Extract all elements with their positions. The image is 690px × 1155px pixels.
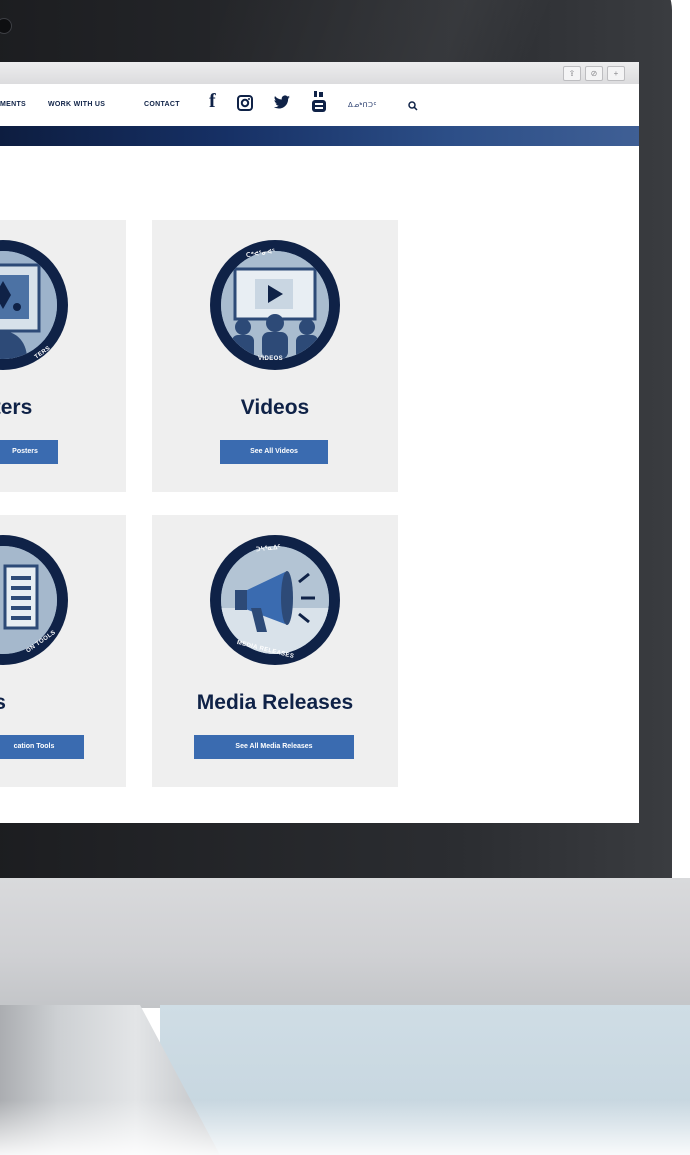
nav-item-documents[interactable]: MENTS (0, 101, 26, 108)
site-navigation: MENTS WORK WITH US CONTACT f ᐃᓄᒃᑎᑐᑦ (0, 84, 639, 126)
videos-badge: ᑕᕝᕙᕐᓂᐊᕐ VIDEOS (210, 240, 340, 370)
videos-badge-label: VIDEOS (258, 356, 284, 362)
twitter-icon[interactable] (273, 95, 291, 115)
search-icon[interactable] (408, 98, 418, 116)
videos-card: ᑕᕝᕙᕐᓂᐊᕐ VIDEOS Videos See All Videos (152, 220, 398, 492)
browser-screen: ⇪ ⊘ + MENTS WORK WITH US CONTACT f ᐃᓄᒃᑎᑐ… (0, 62, 639, 823)
posters-badge: TERS (0, 240, 68, 370)
new-tab-button[interactable]: + (607, 66, 625, 81)
videos-title: Videos (240, 396, 310, 419)
instagram-icon[interactable] (237, 95, 253, 116)
browser-toolbar: ⇪ ⊘ + (0, 62, 639, 85)
video-play-icon (221, 251, 329, 359)
monitor-chin (0, 878, 690, 1008)
see-all-videos-button[interactable]: See All Videos (220, 440, 328, 464)
posters-badge-label: TERS (33, 345, 52, 361)
nav-item-contact[interactable]: CONTACT (144, 101, 180, 108)
share-button[interactable]: ⇪ (563, 66, 581, 81)
facebook-icon[interactable]: f (209, 90, 216, 113)
monitor-scene: ⇪ ⊘ + MENTS WORK WITH US CONTACT f ᐃᓄᒃᑎᑐ… (0, 0, 690, 1155)
see-all-media-releases-button[interactable]: See All Media Releases (194, 735, 354, 759)
media-releases-card: ᑐᓴᕐᓇᐃᑦ MEDIA RELEASES Media Releases See… (152, 515, 398, 787)
language-toggle[interactable]: ᐃᓄᒃᑎᑐᑦ (348, 101, 377, 109)
reader-button[interactable]: ⊘ (585, 66, 603, 81)
see-all-communication-tools-button[interactable]: cation Tools (0, 735, 84, 759)
communication-tools-badge: ON TOOLS (0, 535, 68, 665)
media-releases-title: Media Releases (196, 691, 354, 714)
header-banner-stripe (0, 126, 639, 146)
see-all-posters-button[interactable]: Posters (0, 440, 58, 464)
communication-tools-title: on Tools (0, 691, 6, 714)
posters-icon (0, 251, 57, 359)
nav-item-work-with-us[interactable]: WORK WITH US (48, 101, 105, 108)
posters-title: ters (0, 396, 33, 419)
desk-fade (0, 1100, 690, 1155)
media-releases-badge: ᑐᓴᕐᓇᐃᑦ MEDIA RELEASES (210, 535, 340, 665)
megaphone-icon (221, 546, 329, 654)
communication-tools-card: ON TOOLS on Tools cation Tools (0, 515, 126, 787)
posters-card: TERS ters Posters (0, 220, 126, 492)
youtube-icon[interactable] (312, 91, 326, 118)
